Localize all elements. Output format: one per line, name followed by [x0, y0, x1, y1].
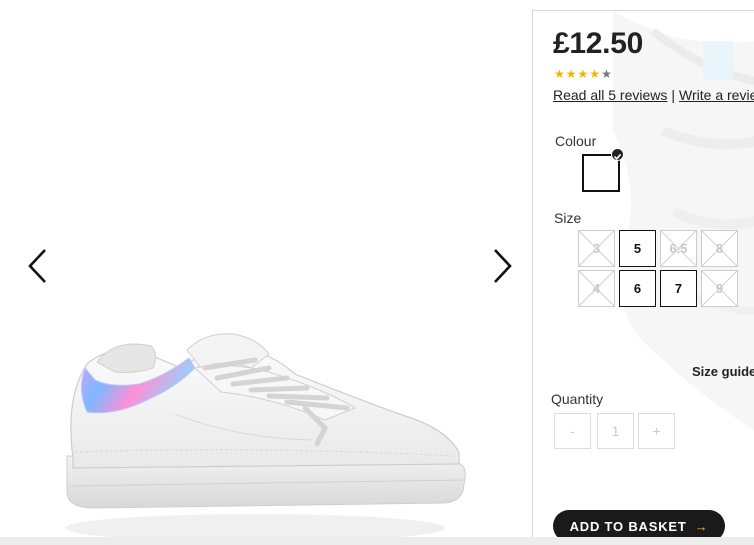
read-reviews-link[interactable]: Read all 5 reviews: [553, 87, 667, 103]
product-gallery: [0, 0, 532, 545]
add-to-basket-label: ADD TO BASKET: [569, 518, 687, 534]
previous-image-button[interactable]: [26, 246, 50, 286]
product-details-panel: £12.50 ★ ★ ★ ★ ★ Read all 5 reviews | Writ…: [532, 10, 754, 545]
quantity-decrease-button[interactable]: -: [554, 413, 591, 449]
size-options: 3 5 6.5 8 4 6 7 9: [578, 230, 738, 307]
review-separator: |: [671, 87, 676, 103]
size-option-8[interactable]: 8: [701, 230, 738, 267]
star-rating: ★ ★ ★ ★ ★: [554, 68, 612, 80]
size-option-6-5[interactable]: 6.5: [660, 230, 697, 267]
size-option-3[interactable]: 3: [578, 230, 615, 267]
selected-check-icon: [611, 148, 624, 161]
quantity-input[interactable]: 1: [597, 413, 634, 449]
arrow-right-icon: →: [694, 518, 709, 534]
size-option-label: 4: [592, 281, 601, 296]
next-image-button[interactable]: [490, 246, 514, 286]
horizontal-scrollbar[interactable]: [0, 537, 754, 545]
star-filled-icon: ★: [577, 67, 589, 81]
size-option-4[interactable]: 4: [578, 270, 615, 307]
size-option-label: 9: [715, 281, 724, 296]
size-option-6[interactable]: 6: [619, 270, 656, 307]
star-filled-icon: ★: [554, 67, 565, 81]
size-option-label: 6: [633, 281, 642, 296]
quantity-label: Quantity: [551, 391, 604, 407]
size-option-label: 3: [592, 241, 601, 256]
star-filled-icon: ★: [565, 67, 577, 81]
chevron-right-icon: [494, 249, 512, 283]
product-image: [65, 333, 466, 542]
write-review-link[interactable]: Write a revie: [679, 87, 754, 103]
review-links: Read all 5 reviews | Write a revie: [553, 87, 754, 103]
size-option-label: 6.5: [669, 241, 688, 256]
quantity-increase-button[interactable]: +: [638, 413, 675, 449]
size-option-label: 8: [715, 241, 724, 256]
chevron-left-icon: [28, 249, 46, 283]
size-option-9[interactable]: 9: [701, 270, 738, 307]
size-option-label: 7: [674, 281, 683, 296]
product-price: £12.50: [553, 27, 643, 60]
size-guide-link[interactable]: Size guide: [692, 364, 754, 379]
size-label: Size: [554, 210, 582, 226]
size-option-7[interactable]: 7: [660, 270, 697, 307]
size-option-5[interactable]: 5: [619, 230, 656, 267]
star-empty-icon: ★: [601, 67, 612, 81]
star-filled-icon: ★: [589, 67, 601, 81]
size-option-label: 5: [633, 241, 642, 256]
colour-label: Colour: [555, 133, 597, 149]
